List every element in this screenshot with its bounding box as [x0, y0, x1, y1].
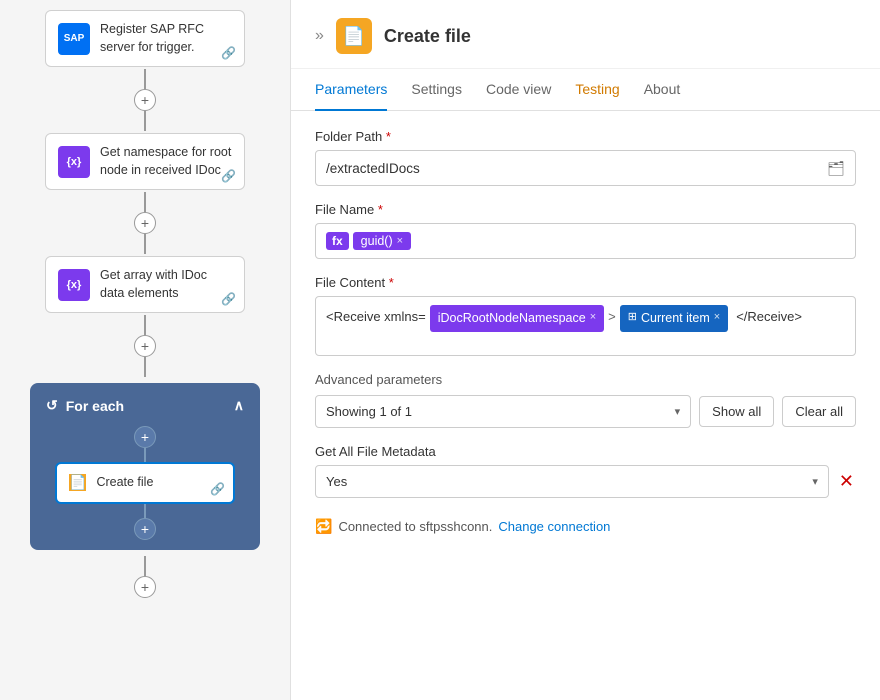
line-1 — [144, 69, 146, 89]
tabs-bar: Parameters Settings Code view Testing Ab… — [291, 69, 880, 111]
foreach-container: ↺ For each ∧ + 📄 Create file 🔗 + — [30, 383, 260, 550]
left-panel: SAP Register SAP RFC server for trigger.… — [0, 0, 290, 700]
plus-btn-3[interactable]: + — [134, 335, 156, 357]
sap-node-label: Register SAP RFC server for trigger. — [100, 21, 232, 56]
tab-parameters[interactable]: Parameters — [315, 69, 387, 111]
namespace-pill[interactable]: iDocRootNodeNamespace × — [430, 305, 604, 332]
panel-title-icon: 📄 — [336, 18, 372, 54]
foreach-icon: ↺ — [46, 397, 58, 414]
chevron-down-icon: ▾ — [675, 405, 681, 418]
delete-metadata-button[interactable]: ✕ — [837, 469, 856, 494]
purple-icon-2: {x} — [58, 269, 90, 301]
link-icon-3: 🔗 — [221, 292, 236, 306]
folder-path-label: Folder Path * — [315, 129, 856, 144]
line-4 — [144, 556, 146, 576]
right-panel: » 📄 Create file Parameters Settings Code… — [290, 0, 880, 700]
tab-testing[interactable]: Testing — [575, 69, 619, 111]
folder-path-group: Folder Path * /extractedIDocs 🗂 — [315, 129, 856, 186]
connector-3: + — [134, 315, 156, 377]
connection-text: Connected to sftpsshconn. — [338, 519, 492, 534]
plus-btn-inner-1[interactable]: + — [134, 426, 156, 448]
connector-2: + — [134, 192, 156, 254]
advanced-params-label: Advanced parameters — [315, 372, 856, 387]
namespace-node[interactable]: {x} Get namespace for root node in recei… — [45, 133, 245, 190]
array-node-label: Get array with IDoc data elements — [100, 267, 232, 302]
fx-icon: fx — [326, 232, 349, 250]
array-node[interactable]: {x} Get array with IDoc data elements 🔗 — [45, 256, 245, 313]
folder-path-input[interactable]: /extractedIDocs 🗂 — [315, 150, 856, 186]
sap-node[interactable]: SAP Register SAP RFC server for trigger.… — [45, 10, 245, 67]
connection-info: 🔁 Connected to sftpsshconn. Change conne… — [315, 518, 856, 535]
file-content-group: File Content * <Receive xmlns= iDocRootN… — [315, 275, 856, 356]
plus-btn-2[interactable]: + — [134, 212, 156, 234]
metadata-chevron-icon: ▾ — [812, 475, 818, 488]
content-prefix: <Receive xmlns= — [326, 305, 426, 328]
line-1b — [144, 111, 146, 131]
metadata-label: Get All File Metadata — [315, 444, 856, 459]
namespace-pill-close[interactable]: × — [590, 308, 596, 328]
tab-settings[interactable]: Settings — [411, 69, 462, 111]
file-picker-icon[interactable]: 🗂 — [827, 160, 845, 177]
line-2 — [144, 192, 146, 212]
advanced-controls: Showing 1 of 1 ▾ Show all Clear all — [315, 395, 856, 428]
show-all-button[interactable]: Show all — [699, 396, 774, 427]
plus-btn-4[interactable]: + — [134, 576, 156, 598]
metadata-field: Get All File Metadata Yes ▾ ✕ — [315, 444, 856, 498]
link-icon-2: 🔗 — [221, 169, 236, 183]
file-content-label: File Content * — [315, 275, 856, 290]
advanced-dropdown[interactable]: Showing 1 of 1 ▾ — [315, 395, 691, 428]
plus-btn-1[interactable]: + — [134, 89, 156, 111]
namespace-node-label: Get namespace for root node in received … — [100, 144, 232, 179]
panel-header: » 📄 Create file — [291, 0, 880, 69]
create-file-node[interactable]: 📄 Create file 🔗 — [55, 462, 235, 504]
connection-icon: 🔁 — [315, 518, 332, 535]
guid-pill-close[interactable]: × — [397, 235, 403, 247]
file-name-group: File Name * fx guid() × — [315, 202, 856, 259]
change-connection-link[interactable]: Change connection — [498, 519, 610, 534]
arrow-gt: > — [608, 305, 616, 328]
link-icon: 🔗 — [221, 46, 236, 60]
gold-icon: 📄 — [69, 474, 86, 491]
foreach-header-left: ↺ For each — [46, 397, 124, 414]
chevron-right-icon[interactable]: » — [315, 27, 324, 45]
metadata-value: Yes — [326, 474, 347, 489]
line-3b — [144, 357, 146, 377]
tab-codeview[interactable]: Code view — [486, 69, 551, 111]
tab-about[interactable]: About — [644, 69, 681, 111]
panel-body: Folder Path * /extractedIDocs 🗂 File Nam… — [291, 111, 880, 553]
sap-icon: SAP — [58, 23, 90, 55]
foreach-header[interactable]: ↺ For each ∧ — [40, 393, 250, 418]
clear-all-button[interactable]: Clear all — [782, 396, 856, 427]
file-name-label: File Name * — [315, 202, 856, 217]
inner-line-2 — [144, 504, 146, 518]
line-2b — [144, 234, 146, 254]
content-suffix: </Receive> — [736, 305, 802, 328]
purple-icon-1: {x} — [58, 146, 90, 178]
showing-text: Showing 1 of 1 — [326, 404, 412, 419]
metadata-dropdown[interactable]: Yes ▾ — [315, 465, 829, 498]
foreach-inner: + 📄 Create file 🔗 + — [40, 426, 250, 540]
current-item-icon: ⊞ — [628, 308, 637, 328]
current-item-pill-close[interactable]: × — [714, 308, 720, 328]
link-icon-4: 🔗 — [210, 482, 225, 496]
panel-title: Create file — [384, 26, 471, 47]
advanced-params-section: Advanced parameters Showing 1 of 1 ▾ Sho… — [315, 372, 856, 428]
foreach-label: For each — [66, 398, 124, 414]
connector-4: + — [134, 556, 156, 598]
connector-1: + — [134, 69, 156, 131]
plus-btn-inner-2[interactable]: + — [134, 518, 156, 540]
guid-pill[interactable]: guid() × — [353, 232, 411, 250]
create-file-label: Create file — [96, 474, 153, 492]
inner-line-1 — [144, 448, 146, 462]
foreach-collapse-btn[interactable]: ∧ — [234, 397, 244, 414]
folder-path-required: * — [382, 129, 391, 144]
metadata-row: Yes ▾ ✕ — [315, 465, 856, 498]
file-name-input[interactable]: fx guid() × — [315, 223, 856, 259]
line-3 — [144, 315, 146, 335]
folder-path-value: /extractedIDocs — [326, 161, 420, 176]
file-content-input[interactable]: <Receive xmlns= iDocRootNodeNamespace × … — [315, 296, 856, 356]
current-item-pill[interactable]: ⊞ Current item × — [620, 305, 728, 332]
